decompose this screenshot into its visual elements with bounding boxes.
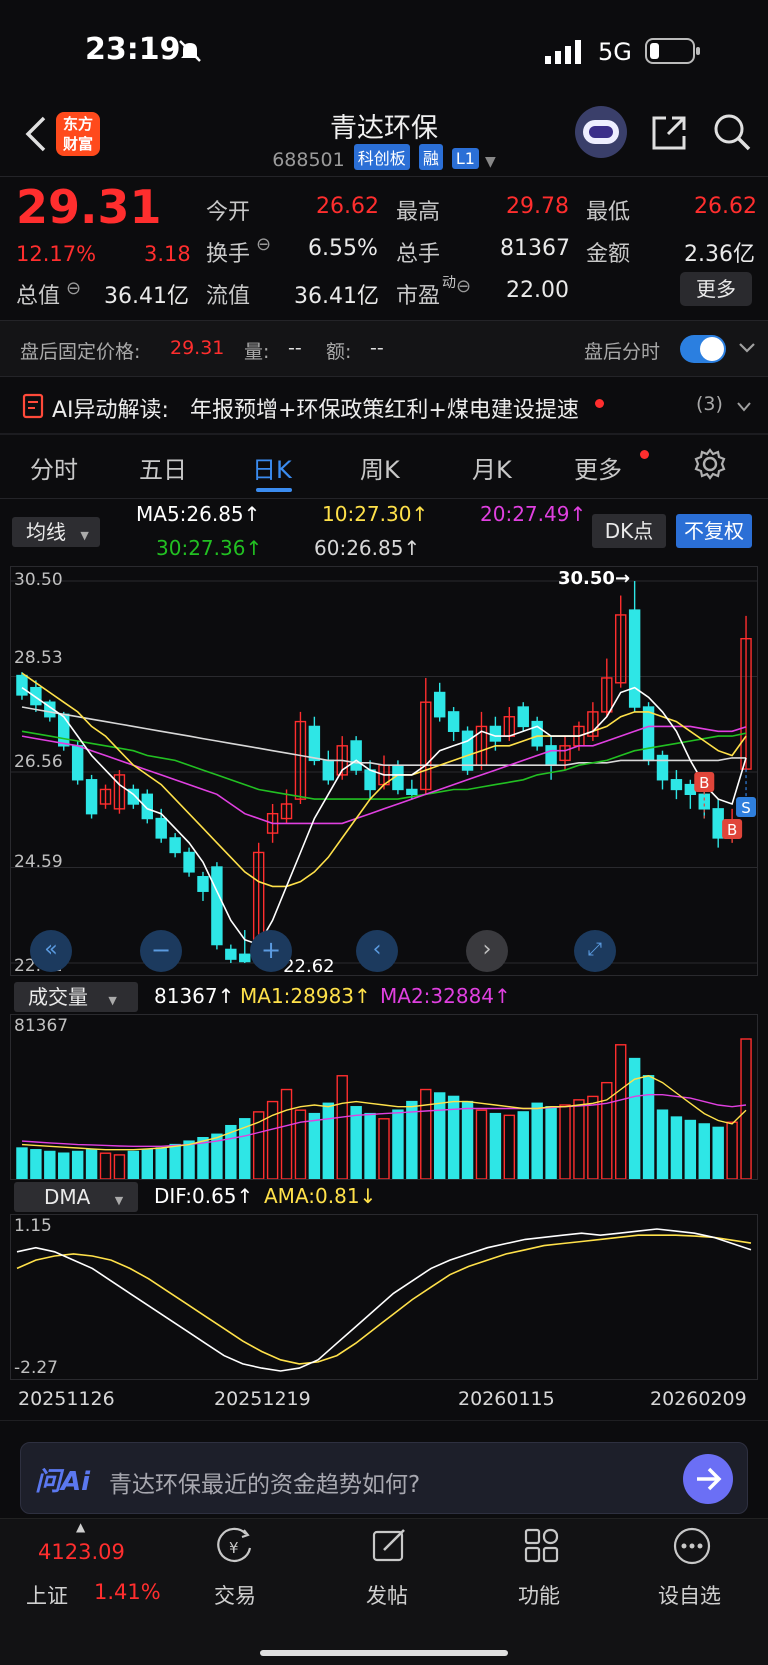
index-pct[interactable]: 1.41% [94,1580,161,1604]
ask-ai-logo: 问Ai [35,1467,91,1497]
dma-chart[interactable] [10,1214,758,1380]
divider [0,1420,768,1421]
dma-axis-max: 1.15 [14,1216,52,1236]
nav-function[interactable]: 功能 [518,1580,560,1610]
arrow-right-icon [697,1467,722,1491]
date-label-4: 20260209 [650,1388,747,1410]
index-name[interactable]: 上证 [26,1580,68,1610]
ama-line [16,1234,752,1365]
watchlist-dots-icon[interactable] [672,1526,712,1566]
dma-values: DIF:0.65↑ AMA:0.81↓ [0,0,768,1210]
ama-value: AMA:0.81↓ [264,1184,377,1208]
dif-value: DIF:0.65↑ [154,1184,254,1208]
nav-trade[interactable]: 交易 [214,1580,256,1610]
send-arrow-button[interactable] [683,1454,733,1504]
svg-text:¥: ¥ [229,1539,239,1557]
ask-ai-box[interactable]: 问Ai 青达环保最近的资金趋势如何? [20,1442,748,1514]
ask-ai-input[interactable]: 青达环保最近的资金趋势如何? [109,1465,420,1499]
trade-yen-icon[interactable]: ¥ [216,1526,256,1566]
post-edit-icon[interactable] [370,1526,410,1566]
home-indicator [260,1650,508,1656]
nav-post[interactable]: 发帖 [366,1580,408,1610]
index-up-arrow-icon: ▲ [76,1520,86,1534]
date-label-2: 20251219 [214,1388,311,1410]
dif-line [16,1228,752,1372]
nav-watchlist[interactable]: 设自选 [658,1580,721,1610]
index-value[interactable]: 4123.09 [38,1540,125,1564]
dma-axis-min: -2.27 [14,1358,58,1378]
date-label-3: 20260115 [458,1388,555,1410]
function-grid-icon[interactable] [522,1526,562,1566]
date-label-1: 20251126 [18,1388,115,1410]
